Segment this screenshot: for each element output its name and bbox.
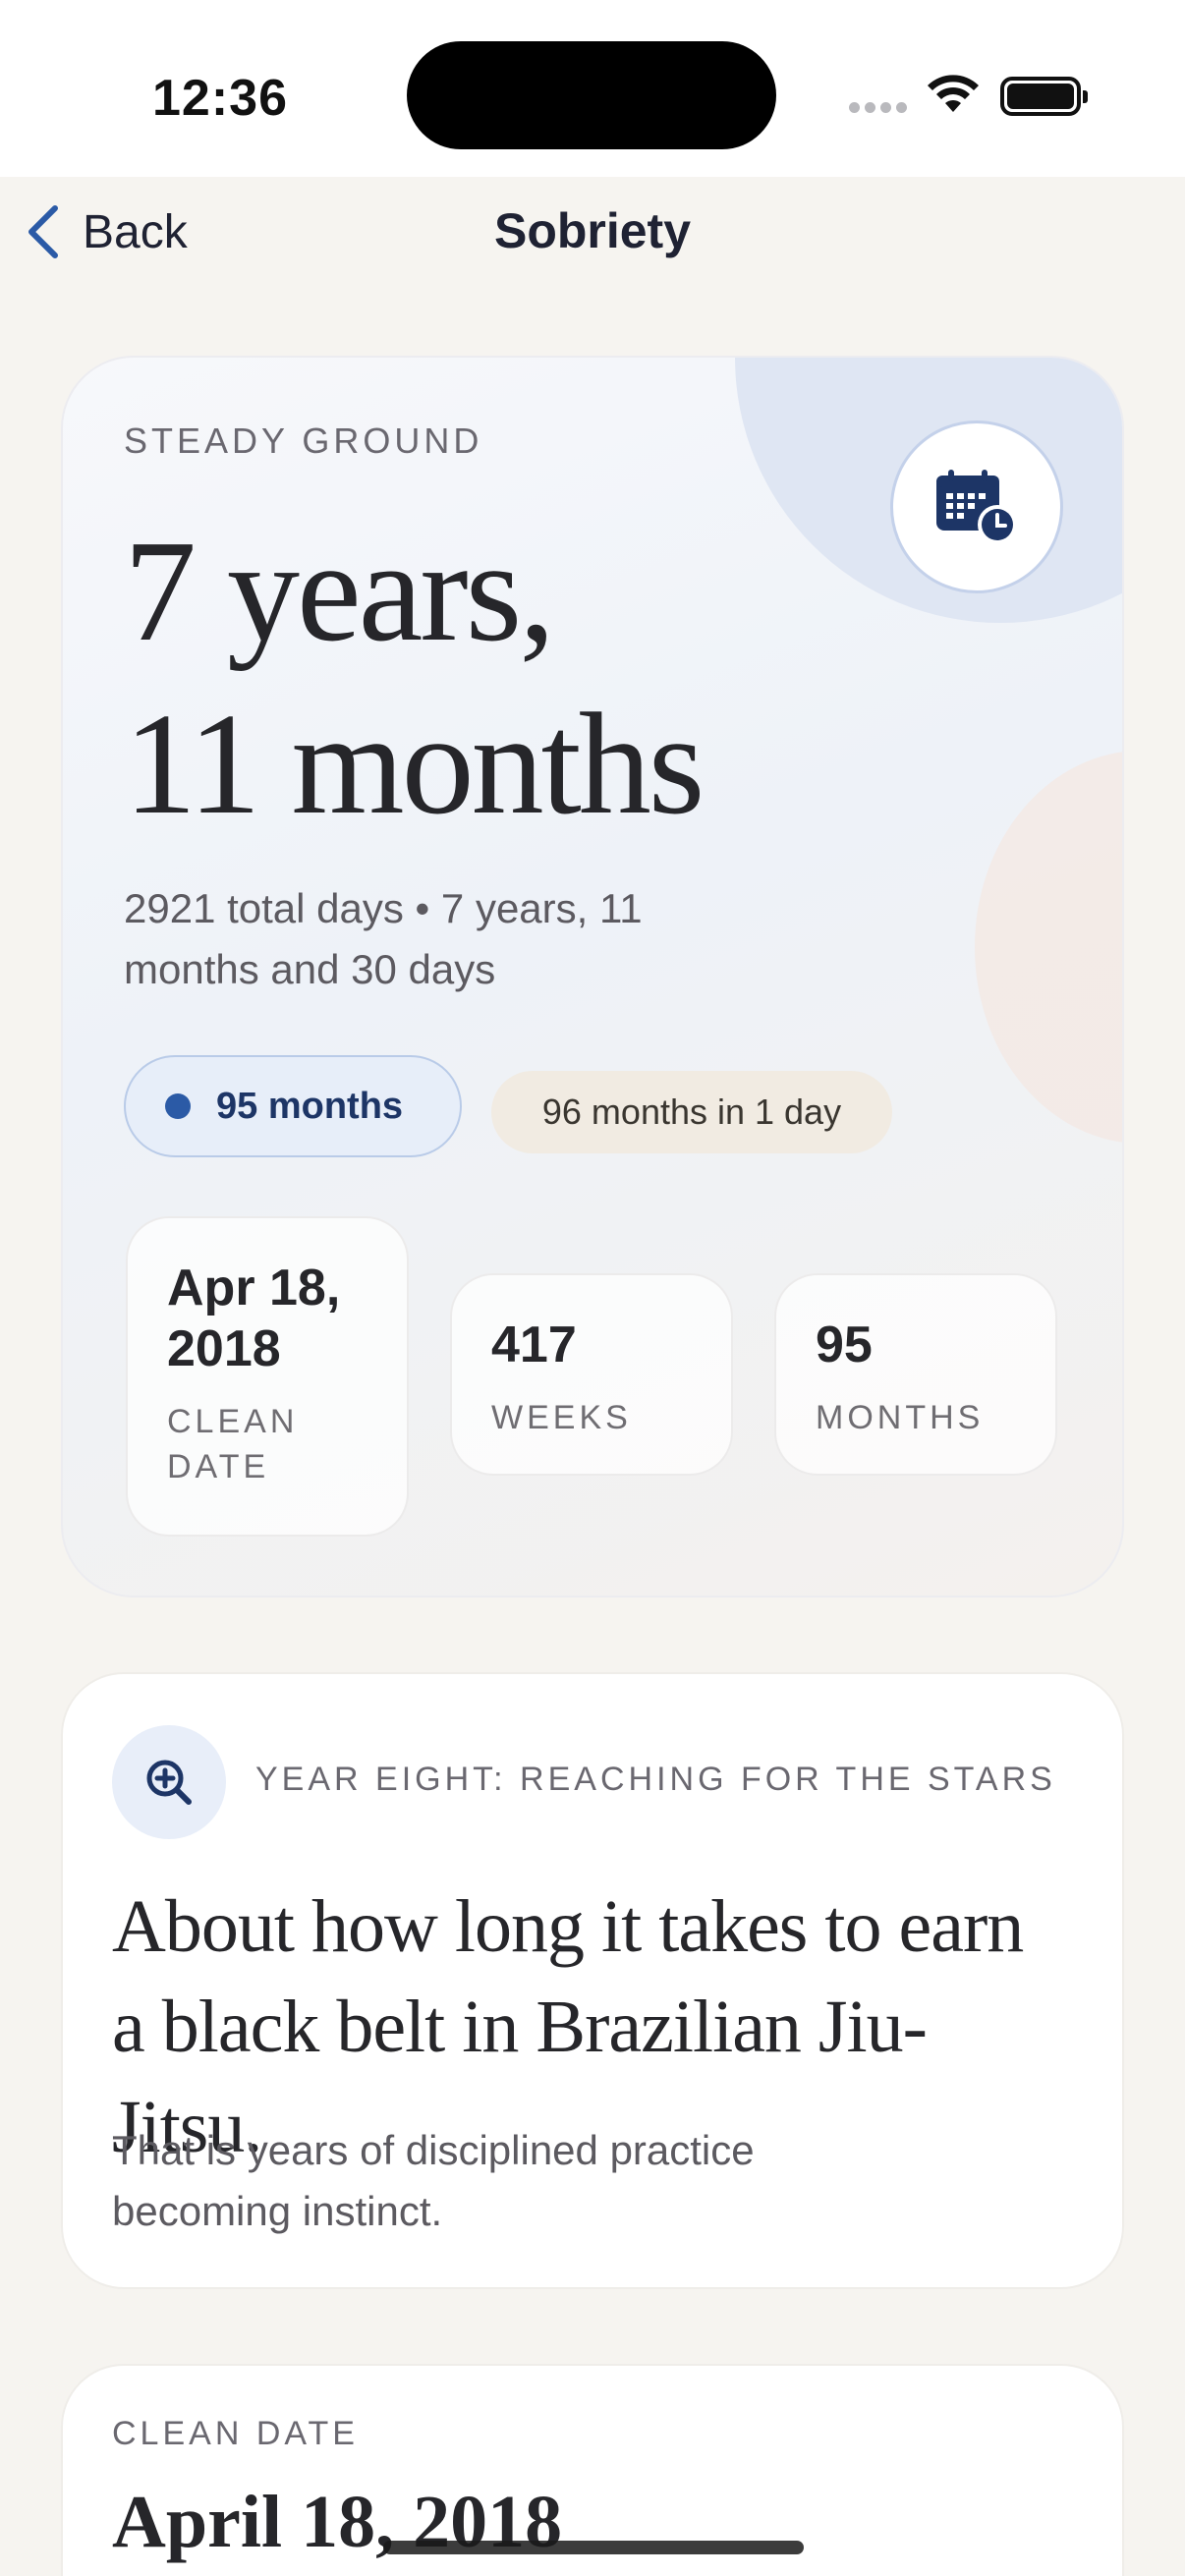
cellular-signal-icon: [849, 102, 907, 113]
current-milestone-label: 95 months: [216, 1085, 404, 1127]
battery-icon: [1000, 77, 1088, 116]
current-milestone-pill: 95 months: [124, 1055, 462, 1157]
dynamic-island: [407, 41, 776, 149]
milestone-comparison-card: YEAR EIGHT: REACHING FOR THE STARS About…: [61, 1672, 1124, 2289]
clean-date-eyebrow: CLEAN DATE: [112, 2415, 359, 2452]
duration-subtitle: 2921 total days • 7 years, 11 months and…: [124, 885, 643, 992]
stat-value: 95: [816, 1316, 873, 1373]
hero-eyebrow: STEADY GROUND: [124, 420, 483, 461]
decorative-circle: [975, 751, 1122, 1144]
status-time: 12:36: [152, 70, 288, 127]
stat-label: CLEAN DATE: [167, 1403, 299, 1485]
zoom-in-button[interactable]: [112, 1725, 226, 1839]
status-dot: [165, 1093, 191, 1119]
home-indicator[interactable]: [383, 2541, 804, 2554]
stat-label: WEEKS: [491, 1399, 632, 1436]
status-bar: 12:36: [0, 0, 1185, 177]
sobriety-summary-card: STEADY GROUND 7 years, 11 months 2921 to…: [61, 356, 1124, 1597]
zoom-in-icon: [146, 1760, 192, 1805]
calendar-button[interactable]: [890, 420, 1063, 593]
calendar-clock-icon: [936, 470, 1017, 544]
stat-card-clean-date: Apr 18, 2018 CLEAN DATE: [126, 1216, 409, 1537]
milestone-body: That is years of disciplined practice be…: [112, 2127, 755, 2234]
milestone-eyebrow: YEAR EIGHT: REACHING FOR THE STARS: [255, 1761, 1056, 1798]
stat-card-weeks: 417 WEEKS: [450, 1273, 733, 1476]
duration-line-months: 11 months: [124, 684, 705, 845]
duration-line-years: 7 years,: [124, 511, 555, 672]
next-milestone-pill: 96 months in 1 day: [491, 1071, 892, 1153]
stat-value: 417: [491, 1316, 577, 1373]
sobriety-duration-heading: 7 years, 11 months: [124, 505, 890, 851]
page-title: Sobriety: [493, 203, 692, 258]
wifi-icon: [928, 75, 979, 112]
stat-label: MONTHS: [816, 1399, 985, 1436]
stat-value: Apr 18, 2018: [167, 1260, 341, 1377]
stat-card-months: 95 MONTHS: [774, 1273, 1057, 1476]
